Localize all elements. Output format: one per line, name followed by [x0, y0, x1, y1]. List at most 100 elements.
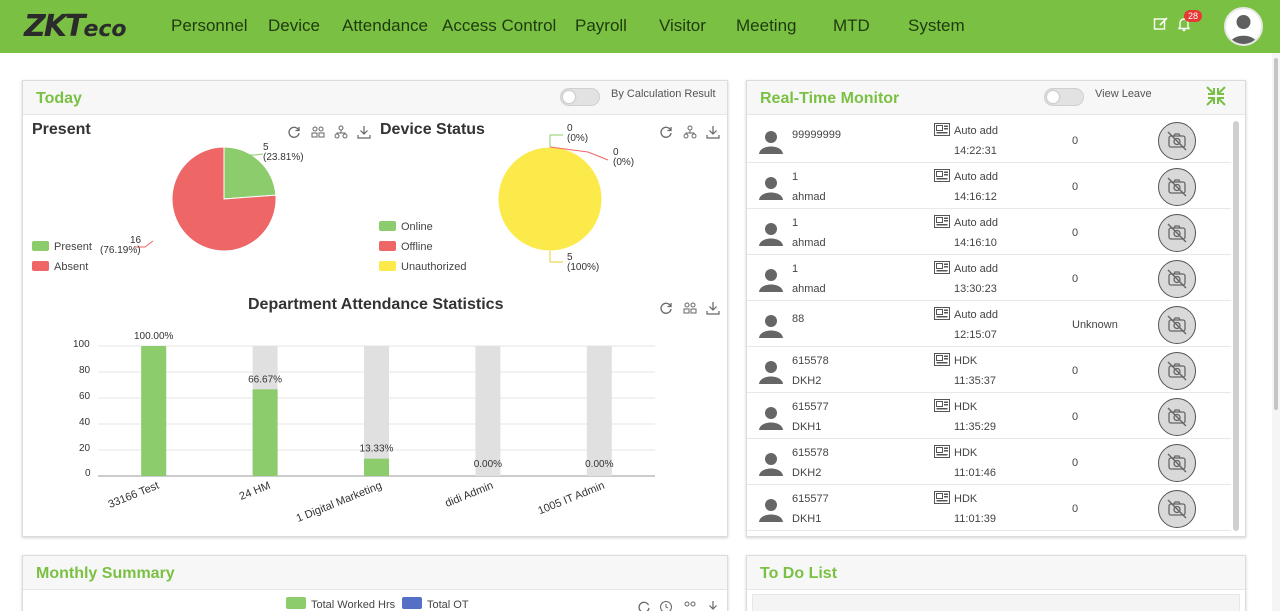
- bar-1[interactable]: [252, 389, 278, 476]
- monitor-source: Auto add: [954, 263, 999, 275]
- user-avatar[interactable]: [1224, 7, 1263, 46]
- monitor-row[interactable]: 88 Auto add 12:15:07 Unknown: [747, 301, 1231, 347]
- y-tick-80: 80: [79, 365, 91, 376]
- monitor-row[interactable]: 99999999 Auto add 14:22:31 0: [747, 117, 1231, 163]
- person-icon: [758, 268, 784, 297]
- collapse-icon[interactable]: [1204, 84, 1228, 113]
- monitor-time: 14:16:12: [954, 191, 997, 203]
- y-tick-60: 60: [79, 391, 91, 402]
- bar-data-label: 66.67%: [248, 374, 282, 385]
- camera-off-icon[interactable]: [1158, 214, 1196, 252]
- legend-unauthorized[interactable]: Unauthorized: [379, 261, 466, 273]
- monthly-clock-icon[interactable]: [659, 600, 673, 611]
- monitor-person-id: 88: [792, 313, 805, 325]
- department-stats-title: Department Attendance Statistics: [248, 296, 504, 313]
- device-hierarchy-icon[interactable]: [683, 125, 697, 141]
- camera-off-icon[interactable]: [1158, 168, 1196, 206]
- person-icon: [758, 314, 784, 343]
- monitor-person-id: 615577: [792, 493, 829, 505]
- x-tick-label: 1 Digital Marketing: [295, 480, 384, 525]
- person-icon: [758, 176, 784, 205]
- monitor-person-name: DKH2: [792, 467, 822, 479]
- nav-system[interactable]: System: [908, 16, 965, 36]
- dept-people-icon[interactable]: [683, 301, 697, 317]
- calculation-result-label: By Calculation Result: [611, 88, 716, 100]
- monitor-person-id: 615578: [792, 447, 829, 459]
- legend-online[interactable]: Online: [379, 221, 433, 233]
- monitor-time: 12:15:07: [954, 329, 997, 341]
- today-panel-header: Today By Calculation Result: [23, 81, 727, 115]
- device-download-icon[interactable]: [706, 125, 720, 141]
- camera-off-icon[interactable]: [1158, 122, 1196, 160]
- person-icon: [758, 452, 784, 481]
- monitor-row[interactable]: 1 ahmad Auto add 13:30:23 0: [747, 255, 1231, 301]
- calculation-result-toggle[interactable]: [560, 88, 600, 106]
- nav-attendance[interactable]: Attendance: [342, 16, 428, 36]
- nav-personnel[interactable]: Personnel: [171, 16, 248, 36]
- todo-title: To Do List: [760, 565, 838, 582]
- legend-total-worked-hrs[interactable]: Total Worked Hrs: [286, 597, 395, 611]
- nav-visitor[interactable]: Visitor: [659, 16, 706, 36]
- device-icon: [934, 215, 950, 233]
- legend-absent[interactable]: Absent: [32, 261, 88, 273]
- camera-off-icon[interactable]: [1158, 260, 1196, 298]
- bar-2[interactable]: [364, 458, 389, 476]
- edit-icon[interactable]: [1153, 16, 1169, 37]
- camera-off-icon[interactable]: [1158, 490, 1196, 528]
- nav-access-control[interactable]: Access Control: [442, 16, 556, 36]
- monitor-row[interactable]: 615577 DKH1 HDK 11:01:39 0: [747, 485, 1231, 531]
- y-tick-40: 40: [79, 417, 91, 428]
- camera-off-icon[interactable]: [1158, 352, 1196, 390]
- page-scrollbar-thumb[interactable]: [1274, 58, 1278, 410]
- device-icon: [934, 307, 950, 325]
- monthly-refresh-icon[interactable]: [637, 600, 651, 611]
- nav-payroll[interactable]: Payroll: [575, 16, 627, 36]
- monitor-source: Auto add: [954, 309, 999, 321]
- monitor-row[interactable]: 1 ahmad Auto add 14:16:12 0: [747, 163, 1231, 209]
- legend-present-swatch: [32, 241, 49, 251]
- monitor-source: Auto add: [954, 217, 999, 229]
- monitor-person-name: ahmad: [792, 191, 826, 203]
- monitor-status: 0: [1072, 365, 1079, 377]
- camera-off-icon[interactable]: [1158, 306, 1196, 344]
- bar-background: [364, 346, 389, 476]
- monthly-download-icon[interactable]: [706, 600, 720, 611]
- monitor-time: 11:01:46: [954, 467, 997, 479]
- zkteco-logo[interactable]: ZKTeco: [24, 9, 127, 44]
- monitor-row[interactable]: 615578 DKH2 HDK 11:35:37 0: [747, 347, 1231, 393]
- nav-meeting[interactable]: Meeting: [736, 16, 796, 36]
- monitor-status: 0: [1072, 227, 1079, 239]
- legend-offline[interactable]: Offline: [379, 241, 433, 253]
- monitor-row[interactable]: 615577 DKH1 HDK 11:35:29 0: [747, 393, 1231, 439]
- person-icon: [758, 498, 784, 527]
- nav-device[interactable]: Device: [268, 16, 320, 36]
- bar-background: [475, 346, 501, 476]
- nav-mtd[interactable]: MTD: [833, 16, 870, 36]
- monitor-person-name: ahmad: [792, 237, 826, 249]
- absent-pct-label: (76.19%): [100, 245, 141, 256]
- dept-refresh-icon[interactable]: [659, 301, 673, 317]
- legend-present[interactable]: Present: [32, 241, 92, 253]
- x-tick-label: 33166 Test: [107, 480, 161, 511]
- view-leave-toggle[interactable]: [1044, 88, 1084, 106]
- bar-data-label: 100.00%: [134, 331, 174, 342]
- legend-total-ot[interactable]: Total OT: [402, 597, 469, 611]
- pie-slice-unauthorized[interactable]: [497, 146, 603, 252]
- today-panel: Today By Calculation Result Present 5 (2…: [22, 80, 728, 537]
- camera-off-icon[interactable]: [1158, 398, 1196, 436]
- camera-off-icon[interactable]: [1158, 444, 1196, 482]
- monitor-scrollbar[interactable]: [1233, 121, 1239, 531]
- dept-download-icon[interactable]: [706, 301, 720, 317]
- x-tick-label: 24 HM: [238, 480, 273, 503]
- monthly-people-icon[interactable]: [683, 600, 697, 611]
- monitor-row[interactable]: 615578 DKH2 HDK 11:01:46 0: [747, 439, 1231, 485]
- monitor-time: 14:16:10: [954, 237, 997, 249]
- offline-pct-label: (0%): [613, 157, 635, 168]
- monthly-summary-panel: Monthly Summary Total Worked Hrs Total O…: [22, 555, 728, 611]
- monitor-person-id: 615577: [792, 401, 829, 413]
- monitor-source: HDK: [954, 493, 978, 505]
- monthly-panel-header: Monthly Summary: [23, 556, 727, 590]
- legend-online-swatch: [379, 221, 396, 231]
- monitor-row[interactable]: 1 ahmad Auto add 14:16:10 0: [747, 209, 1231, 255]
- bar-0[interactable]: [141, 346, 167, 476]
